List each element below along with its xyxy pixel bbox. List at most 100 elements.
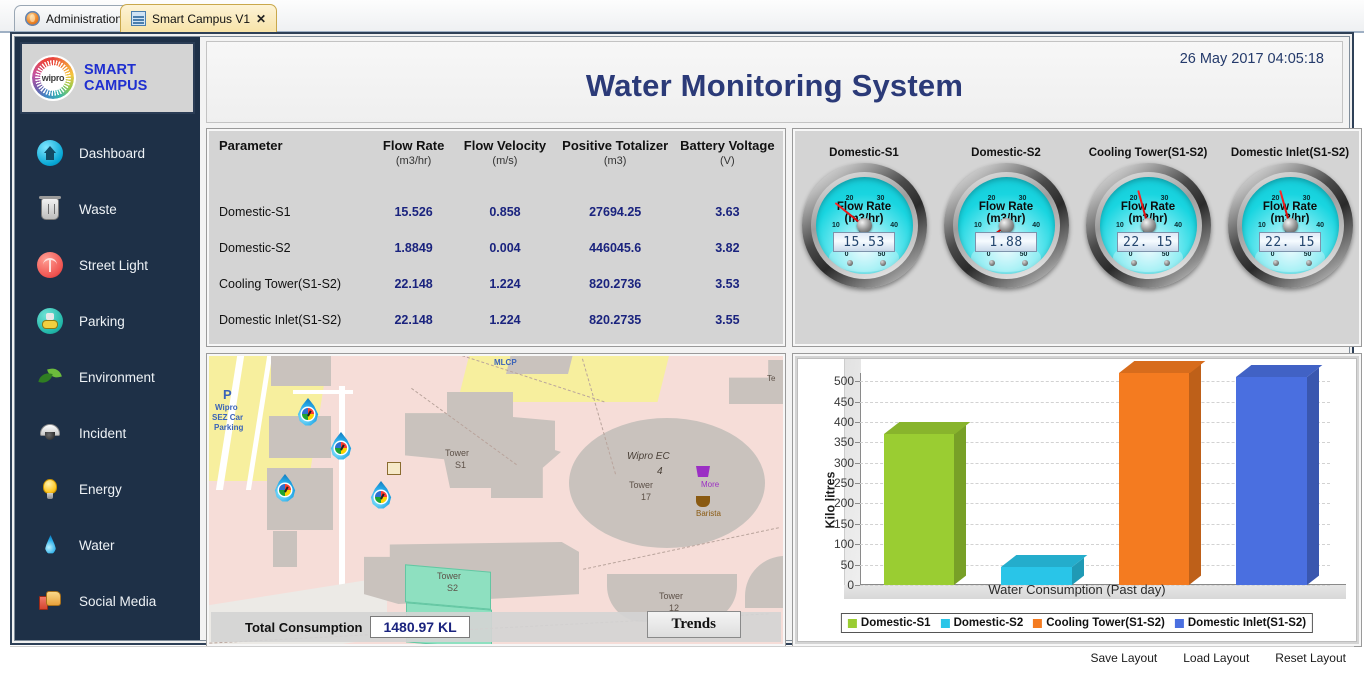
chart-panel: Kilo litres 0 50 100 150 200 250 300 350 400 450 5… xyxy=(792,353,1362,647)
chart-bar[interactable] xyxy=(883,422,970,585)
chart-legend-item[interactable]: Domestic-S1 xyxy=(847,617,931,629)
chart-legend-item[interactable]: Cooling Tower(S1-S2) xyxy=(1033,617,1165,629)
chart-legend: Domestic-S1 Domestic-S2 Cooling Tower(S1-S… xyxy=(840,613,1314,633)
sidebar-item-dashboard[interactable]: Dashboard xyxy=(15,125,200,181)
gauge-dial[interactable]: 01020304050Flow Rate(m3/hr)1.88 xyxy=(943,163,1069,288)
cell-flow-rate: 22.148 xyxy=(394,276,433,291)
sidebar-item-water[interactable]: Water xyxy=(15,517,200,573)
chart-bar[interactable] xyxy=(1118,361,1205,585)
thumbs-up-icon xyxy=(37,588,63,614)
brand-logo-box[interactable]: wipro SMART CAMPUS xyxy=(20,42,195,114)
cell-totalizer: 820.2736 xyxy=(589,276,642,291)
coffee-cup-icon xyxy=(696,496,710,507)
legend-color-swatch xyxy=(940,618,950,628)
trends-button[interactable]: Trends xyxy=(646,611,741,638)
cell-flow-velocity: 0.004 xyxy=(489,240,521,255)
chart-y-axis xyxy=(860,373,861,585)
gauge-screw xyxy=(846,260,853,267)
sidebar-item-label: Water xyxy=(79,537,115,553)
cell-parameter: Domestic-S2 xyxy=(219,240,291,255)
cell-flow-rate: 22.148 xyxy=(394,312,433,327)
chart-tick-mark xyxy=(855,381,860,383)
gauge-hub xyxy=(1282,218,1298,233)
gauge-hub xyxy=(998,218,1014,233)
chart-legend-item[interactable]: Domestic-S2 xyxy=(940,617,1023,629)
map-label: P xyxy=(223,387,232,402)
map-label: 17 xyxy=(641,492,652,502)
column-header-flow-rate: Flow Rate (m3/hr) xyxy=(370,135,457,168)
main-frame: wipro SMART CAMPUS Dashboard Waste Stree… xyxy=(10,32,1362,647)
footer-link-load-layout[interactable]: Load Layout xyxy=(1183,651,1249,665)
sidebar-item-street-light[interactable]: Street Light xyxy=(15,237,200,293)
chart-bar-front xyxy=(1118,373,1189,585)
gauge-hub xyxy=(1140,218,1156,233)
chart-bar-front xyxy=(883,434,954,585)
chart-y-tick-label: 150 xyxy=(833,516,854,531)
column-header-flow-velocity: Flow Velocity (m/s) xyxy=(457,135,552,168)
gauge-dial[interactable]: 01020304050Flow Rate(m3/hr)22. 15 xyxy=(1085,163,1211,288)
footer-link-reset-layout[interactable]: Reset Layout xyxy=(1275,651,1346,665)
water-meter-pin-2[interactable] xyxy=(330,432,352,460)
gauge-screw xyxy=(1021,260,1028,267)
column-header-positive-totalizer: Positive Totalizer (m3) xyxy=(553,135,678,168)
tab-administration[interactable]: Administration xyxy=(14,5,134,31)
water-meter-pin-1[interactable] xyxy=(297,398,319,426)
map-poi-icon xyxy=(387,462,401,475)
sidebar-item-label: Street Light xyxy=(79,257,149,273)
sidebar-item-waste[interactable]: Waste xyxy=(15,181,200,237)
chart-bar-side xyxy=(1306,367,1319,585)
sidebar-item-label: Parking xyxy=(79,313,125,329)
gauge-4: Domestic Inlet(S1-S2) 0 10 20 30 40 50 Flow Rat… xyxy=(1223,147,1358,288)
table-row[interactable]: Domestic-S1 15.526 0.858 27694.25 3.63 xyxy=(215,194,777,230)
total-consumption-value: 1480.97 KL xyxy=(370,616,470,638)
table-row[interactable]: Domestic Inlet(S1-S2) 22.148 1.224 820.2… xyxy=(215,302,777,338)
cell-battery: 3.53 xyxy=(715,276,740,291)
map-label: Tower xyxy=(629,480,654,490)
chart-tick-mark xyxy=(855,442,860,444)
table-row[interactable]: Domestic-S2 1.8849 0.004 446045.6 3.82 xyxy=(215,230,777,266)
gauge-dial[interactable]: 01020304050Flow Rate(m3/hr)22. 15 xyxy=(1227,163,1353,288)
footer-link-save-layout[interactable]: Save Layout xyxy=(1091,651,1158,665)
sidebar-nav: Dashboard Waste Street Light Parking Env… xyxy=(15,125,200,629)
gauge-face: 01020304050Flow Rate(m3/hr)22. 15 xyxy=(1241,177,1339,274)
chart-legend-item[interactable]: Domestic Inlet(S1-S2) xyxy=(1174,617,1307,629)
chart-bar-top xyxy=(883,422,970,435)
legend-label: Domestic Inlet(S1-S2) xyxy=(1187,617,1307,629)
browser-tab-bar: Administration Smart Campus V1 ✕ xyxy=(0,0,1364,33)
trash-bin-icon xyxy=(37,196,63,222)
gauge-label: Domestic-S2 xyxy=(971,147,1041,159)
table-header-row: Parameter Flow Rate (m3/hr) Flow Velocit… xyxy=(215,135,777,168)
column-header-battery-voltage: Battery Voltage (V) xyxy=(678,135,777,168)
window-grid-icon xyxy=(131,11,146,26)
gauge-dial[interactable]: 01020304050Flow Rate(m3/hr)15.53 xyxy=(801,163,927,288)
water-meter-pin-3[interactable] xyxy=(274,474,296,502)
light-bulb-icon xyxy=(37,476,63,502)
sidebar-item-parking[interactable]: Parking xyxy=(15,293,200,349)
chart-bar[interactable] xyxy=(1236,365,1322,585)
water-meter-pin-4[interactable] xyxy=(370,481,392,509)
footer-bar: Save Layout Load Layout Reset Layout xyxy=(10,646,1354,675)
home-icon xyxy=(37,140,63,166)
map-label: SEZ Car xyxy=(212,413,244,422)
sidebar-item-energy[interactable]: Energy xyxy=(15,461,200,517)
sidebar-item-incident[interactable]: Incident xyxy=(15,405,200,461)
campus-map[interactable]: P Wipro SEZ Car Parking MLCP Tower S1 Wipro EC 4… xyxy=(209,356,783,644)
table-row[interactable]: Cooling Tower(S1-S2) 22.148 1.224 820.27… xyxy=(215,266,777,302)
chart-tick-mark xyxy=(855,462,860,464)
sidebar-item-social-media[interactable]: Social Media xyxy=(15,573,200,629)
tab-smart-campus-label: Smart Campus V1 xyxy=(152,11,251,26)
column-header-battery-voltage-title: Battery Voltage xyxy=(680,138,775,153)
gauge-group: Domestic-S1 01020304050Flow Rate(m3/hr)15… xyxy=(793,147,1361,288)
close-icon[interactable]: ✕ xyxy=(256,13,266,25)
cell-flow-velocity: 1.224 xyxy=(489,276,521,291)
cell-battery: 3.55 xyxy=(715,312,740,327)
cell-flow-velocity: 0.858 xyxy=(489,204,521,219)
tab-smart-campus[interactable]: Smart Campus V1 ✕ xyxy=(120,4,278,32)
map-label: MLCP xyxy=(494,358,517,367)
legend-color-swatch xyxy=(1033,618,1043,628)
map-panel: P Wipro SEZ Car Parking MLCP Tower S1 Wipro EC 4… xyxy=(206,353,786,647)
gauge-value-display: 22. 15 xyxy=(1259,232,1321,253)
column-header-parameter: Parameter xyxy=(219,138,283,153)
sidebar-item-environment[interactable]: Environment xyxy=(15,349,200,405)
leaf-icon xyxy=(37,364,63,390)
